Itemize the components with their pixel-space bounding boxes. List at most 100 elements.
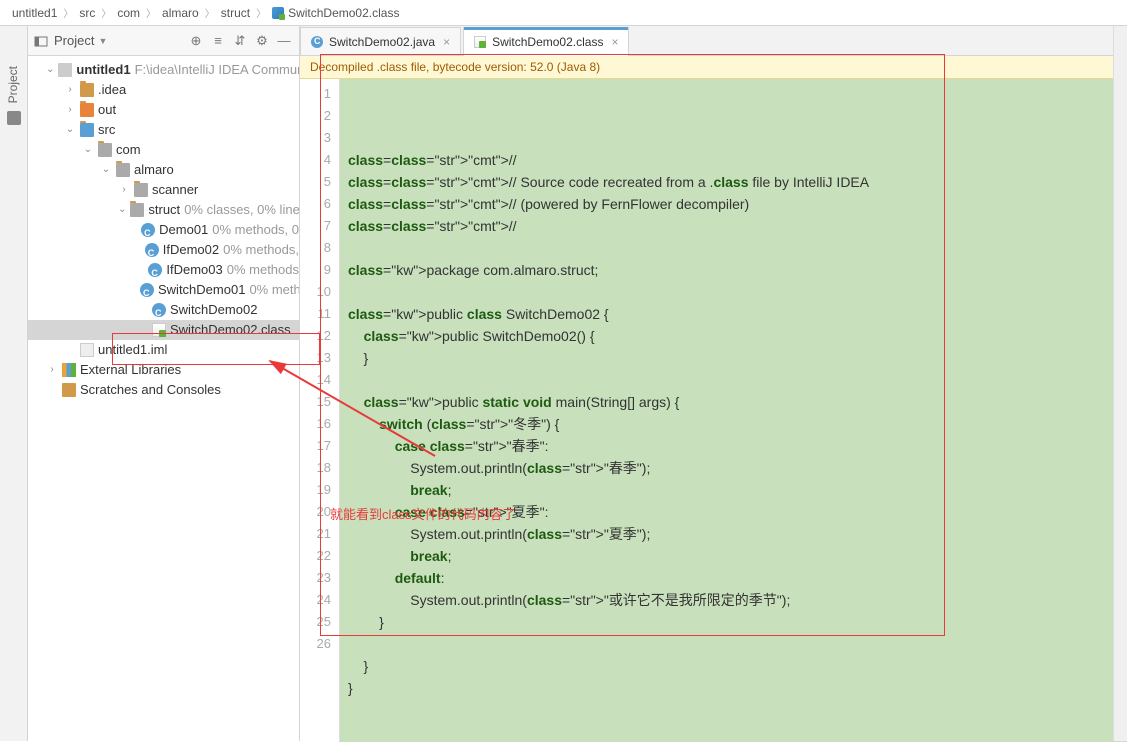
code-content[interactable]: class=class="str">"cmt">//class=class="s… — [340, 79, 1127, 742]
package-icon — [130, 203, 144, 217]
code-editor[interactable]: 1234567891011121314151617181920212223242… — [300, 79, 1127, 742]
tree-almaro[interactable]: ⌄ almaro — [28, 160, 299, 180]
chevron-right-icon: 〉 — [256, 5, 266, 20]
tree-label: src — [98, 120, 115, 140]
tree-label: untitled1 — [76, 60, 130, 80]
project-tool-window: Project ▼ ⊕ ≡ ⇵ ⚙ — ⌄ untitled1F:\idea\In… — [28, 26, 300, 741]
breadcrumb: untitled1〉 src〉 com〉 almaro〉 struct〉 Swi… — [0, 0, 1127, 26]
tree-root[interactable]: ⌄ untitled1F:\idea\IntelliJ IDEA Communit… — [28, 60, 299, 80]
tree-label: SwitchDemo02 — [170, 300, 257, 320]
bc-almaro[interactable]: almaro — [158, 6, 203, 20]
chevron-down-icon[interactable]: ⌄ — [118, 200, 126, 220]
tree-label: Scratches and Consoles — [80, 380, 221, 400]
chevron-right-icon[interactable]: › — [46, 360, 58, 380]
class-icon — [152, 303, 166, 317]
tree-out[interactable]: ›out — [28, 100, 299, 120]
project-header: Project ▼ ⊕ ≡ ⇵ ⚙ — — [28, 26, 299, 56]
bc-com[interactable]: com — [113, 6, 144, 20]
tree-iml[interactable]: untitled1.iml — [28, 340, 299, 360]
tab-label: SwitchDemo02.java — [329, 35, 435, 49]
folder-icon — [80, 103, 94, 117]
scratch-icon — [62, 383, 76, 397]
module-icon — [58, 63, 72, 77]
tree-label: com — [116, 140, 141, 160]
chevron-down-icon[interactable]: ⌄ — [46, 60, 54, 80]
tab-label: SwitchDemo02.class — [492, 35, 603, 49]
bc-file[interactable]: SwitchDemo02.class — [268, 6, 403, 20]
class-icon — [140, 283, 154, 297]
class-file-icon — [474, 36, 486, 48]
tree-demo01[interactable]: Demo010% methods, 0 — [28, 220, 299, 240]
structure-tool-tab[interactable] — [7, 111, 21, 125]
class-file-icon — [152, 323, 166, 337]
chevron-right-icon: 〉 — [101, 5, 111, 20]
tree-label: almaro — [134, 160, 174, 180]
chevron-right-icon[interactable]: › — [64, 100, 76, 120]
tree-label: IfDemo03 — [166, 260, 222, 280]
expand-all-icon[interactable]: ≡ — [209, 32, 227, 50]
bc-struct[interactable]: struct — [217, 6, 254, 20]
bc-untitled1[interactable]: untitled1 — [8, 6, 61, 20]
tree-ifdemo02[interactable]: IfDemo020% methods, — [28, 240, 299, 260]
tree-switchdemo01[interactable]: SwitchDemo010% meth — [28, 280, 299, 300]
tree-hint: 0% methods, 0 — [212, 220, 299, 240]
chevron-down-icon[interactable]: ▼ — [98, 36, 107, 46]
tab-class[interactable]: SwitchDemo02.class × — [463, 27, 629, 55]
tree-scratches[interactable]: Scratches and Consoles — [28, 380, 299, 400]
annotation-text: 就能看到class文件的代码内容了 — [330, 504, 516, 523]
chevron-right-icon[interactable]: › — [64, 80, 76, 100]
settings-gear-icon[interactable]: ⚙ — [253, 32, 271, 50]
tree-label: IfDemo02 — [163, 240, 219, 260]
chevron-down-icon[interactable]: ⌄ — [100, 160, 112, 180]
editor-area: SwitchDemo02.java × SwitchDemo02.class × D… — [300, 26, 1127, 741]
tree-ext-libs[interactable]: › External Libraries — [28, 360, 299, 380]
tree-hint: F:\idea\IntelliJ IDEA Community — [135, 60, 299, 80]
close-icon[interactable]: × — [611, 35, 618, 49]
iml-file-icon — [80, 343, 94, 357]
tree-label: struct — [148, 200, 180, 220]
tree-label: External Libraries — [80, 360, 181, 380]
class-file-icon — [272, 7, 284, 19]
collapse-all-icon[interactable]: ⇵ — [231, 32, 249, 50]
package-icon — [98, 143, 112, 157]
tree-hint: 0% methods, — [223, 240, 299, 260]
error-stripe[interactable] — [1113, 26, 1127, 741]
class-icon — [141, 223, 155, 237]
chevron-right-icon: 〉 — [205, 5, 215, 20]
tree-label: scanner — [152, 180, 198, 200]
tree-switchdemo02[interactable]: SwitchDemo02 — [28, 300, 299, 320]
tree-com[interactable]: ⌄ com — [28, 140, 299, 160]
project-tree[interactable]: ⌄ untitled1F:\idea\IntelliJ IDEA Communit… — [28, 56, 299, 404]
tree-hint: 0% classes, 0% lines — [184, 200, 299, 220]
tree-src[interactable]: ⌄ src — [28, 120, 299, 140]
project-icon — [34, 34, 48, 48]
tree-ifdemo03[interactable]: IfDemo030% methods — [28, 260, 299, 280]
tree-struct[interactable]: ⌄ struct0% classes, 0% lines — [28, 200, 299, 220]
tree-idea[interactable]: ›.idea — [28, 80, 299, 100]
chevron-down-icon[interactable]: ⌄ — [82, 140, 94, 160]
chevron-right-icon: 〉 — [63, 5, 73, 20]
class-icon — [145, 243, 159, 257]
folder-icon — [80, 83, 94, 97]
tree-label: untitled1.iml — [98, 340, 167, 360]
hide-button[interactable]: — — [275, 32, 293, 50]
decompile-banner: Decompiled .class file, bytecode version… — [300, 56, 1127, 79]
tree-scanner[interactable]: › scanner — [28, 180, 299, 200]
project-tool-tab[interactable]: Project — [6, 66, 20, 103]
package-icon — [116, 163, 130, 177]
close-icon[interactable]: × — [443, 35, 450, 49]
package-icon — [134, 183, 148, 197]
src-folder-icon — [80, 123, 94, 137]
line-gutter: 1234567891011121314151617181920212223242… — [300, 79, 340, 742]
tab-java[interactable]: SwitchDemo02.java × — [300, 27, 461, 55]
tree-label: SwitchDemo02.class — [170, 320, 291, 340]
editor-tabs: SwitchDemo02.java × SwitchDemo02.class × — [300, 26, 1127, 56]
select-open-file-icon[interactable]: ⊕ — [187, 32, 205, 50]
tree-switchdemo02-class[interactable]: SwitchDemo02.class — [28, 320, 299, 340]
project-view-selector[interactable]: Project — [54, 33, 94, 48]
class-icon — [148, 263, 162, 277]
chevron-right-icon[interactable]: › — [118, 180, 130, 200]
class-icon — [311, 36, 323, 48]
chevron-down-icon[interactable]: ⌄ — [64, 120, 76, 140]
bc-src[interactable]: src — [75, 6, 99, 20]
